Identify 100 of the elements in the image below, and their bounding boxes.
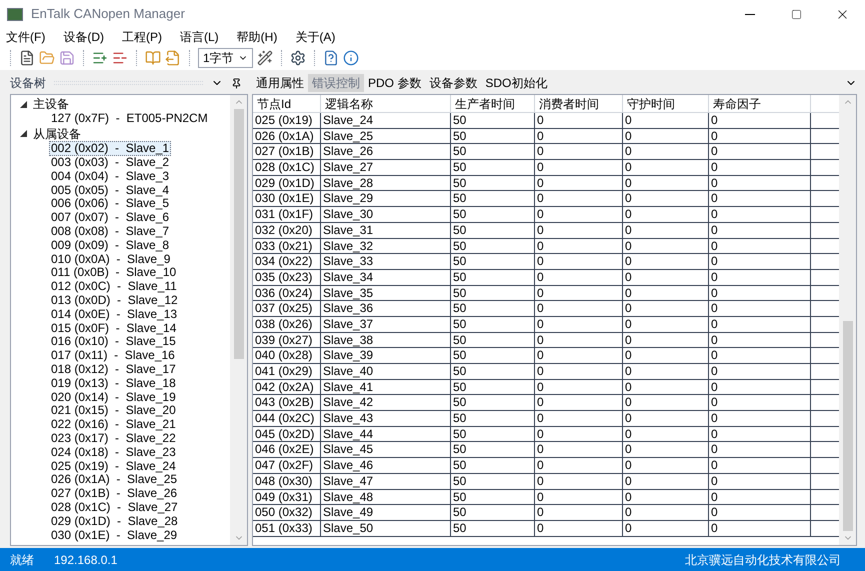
new-file-icon[interactable] xyxy=(19,50,35,66)
table-cell: 50 xyxy=(451,395,535,410)
table-cell: 030 (0x1E) xyxy=(253,191,321,206)
tab[interactable]: 设备参数 xyxy=(425,74,482,92)
tree-item[interactable]: 028 (0x1C) - Slave_27 xyxy=(49,500,180,515)
tree-group-label[interactable]: 从属设备 xyxy=(33,124,81,143)
list-remove-icon[interactable] xyxy=(112,50,128,66)
tree-item[interactable]: 013 (0x0D) - Slave_12 xyxy=(49,292,180,308)
table-cell: 0 xyxy=(535,411,623,426)
table-cell: 0 xyxy=(709,301,811,316)
list-add-icon[interactable] xyxy=(92,50,108,66)
tree-item[interactable]: 027 (0x1B) - Slave_26 xyxy=(49,486,180,502)
tree-item[interactable]: 002 (0x02) - Slave_1 xyxy=(49,141,172,156)
table-cell: 0 xyxy=(709,490,811,504)
table-cell: 0 xyxy=(623,207,709,222)
table-cell: 0 xyxy=(623,254,709,269)
tree-item[interactable]: 018 (0x12) - Slave_17 xyxy=(49,362,178,377)
table-cell: Slave_39 xyxy=(321,348,451,363)
tab[interactable]: 通用属性 xyxy=(252,74,308,92)
menu-item[interactable]: 帮助(H) xyxy=(236,28,278,46)
byte-size-dropdown[interactable]: 1字节 xyxy=(198,48,253,68)
table-cell: Slave_47 xyxy=(321,474,451,488)
tree-item[interactable]: 010 (0x0A) - Slave_9 xyxy=(49,252,172,267)
table-cell: Slave_40 xyxy=(321,364,451,379)
tree-item[interactable]: 005 (0x05) - Slave_4 xyxy=(49,182,172,198)
tree-item[interactable]: 021 (0x15) - Slave_20 xyxy=(49,403,178,418)
table-cell: 0 xyxy=(623,474,709,488)
table-cell: 0 xyxy=(535,364,623,379)
tree-item[interactable]: 012 (0x0C) - Slave_11 xyxy=(49,279,179,294)
table-cell: 0 xyxy=(623,380,709,394)
table-cell: 50 xyxy=(451,238,535,254)
table-cell: 051 (0x33) xyxy=(253,520,321,536)
table-cell: 50 xyxy=(451,520,535,536)
table-cell: 025 (0x19) xyxy=(253,113,321,128)
tree-item[interactable]: 017 (0x11) - Slave_16 xyxy=(49,348,177,364)
menu-item[interactable]: 工程(P) xyxy=(122,28,162,46)
tree-item[interactable]: 019 (0x13) - Slave_18 xyxy=(49,376,178,391)
table-cell: 031 (0x1F) xyxy=(253,207,321,222)
tree-item[interactable]: 003 (0x03) - Slave_2 xyxy=(49,155,172,170)
table-cell: 0 xyxy=(623,395,709,410)
tree-item[interactable]: 004 (0x04) - Slave_3 xyxy=(49,168,172,184)
table-cell: Slave_34 xyxy=(321,270,451,285)
book-icon[interactable] xyxy=(145,50,161,66)
table-cell: 50 xyxy=(451,426,535,442)
pin-icon[interactable] xyxy=(231,78,242,88)
table-cell: 0 xyxy=(623,191,709,206)
tree-item[interactable]: 009 (0x09) - Slave_8 xyxy=(49,238,172,253)
wand-icon[interactable] xyxy=(256,50,273,66)
table-cell: 0 xyxy=(535,316,623,332)
tree-group-label[interactable]: 主设备 xyxy=(33,95,69,113)
scrollbar[interactable] xyxy=(839,95,856,545)
table-cell: 046 (0x2E) xyxy=(253,442,321,458)
tab[interactable]: SDO初始化 xyxy=(481,74,552,92)
tree-item[interactable]: 026 (0x1A) - Slave_25 xyxy=(49,472,180,488)
column-header[interactable]: 生产者时间 xyxy=(451,95,535,112)
column-header[interactable]: 节点Id xyxy=(253,95,321,112)
table-cell: 047 (0x2F) xyxy=(253,458,321,473)
tree-item[interactable]: 022 (0x16) - Slave_21 xyxy=(49,417,178,432)
tree-item[interactable]: 008 (0x08) - Slave_7 xyxy=(49,224,172,239)
tree-item[interactable]: 023 (0x17) - Slave_22 xyxy=(49,430,178,446)
table-cell: 0 xyxy=(623,286,709,300)
tree-item[interactable]: 015 (0x0F) - Slave_14 xyxy=(49,320,178,336)
info-icon[interactable] xyxy=(342,50,359,66)
tree-item[interactable]: 014 (0x0E) - Slave_13 xyxy=(49,306,180,322)
table-cell: 0 xyxy=(709,207,811,222)
table-cell: 0 xyxy=(535,348,623,363)
column-header[interactable]: 逻辑名称 xyxy=(321,95,451,112)
menu-item[interactable]: 关于(A) xyxy=(295,28,336,46)
tree-item[interactable]: 007 (0x07) - Slave_6 xyxy=(49,210,172,226)
scrollbar[interactable] xyxy=(230,95,247,545)
tree-item[interactable]: 030 (0x1E) - Slave_29 xyxy=(49,528,180,543)
tab[interactable]: PDO 参数 xyxy=(364,74,426,92)
menu-item[interactable]: 语言(L) xyxy=(180,28,219,46)
table-cell: 50 xyxy=(451,411,535,426)
table-cell: 50 xyxy=(451,316,535,332)
tree-item[interactable]: 016 (0x10) - Slave_15 xyxy=(49,334,178,350)
table-cell: 0 xyxy=(709,520,811,536)
table-cell: 0 xyxy=(709,160,811,175)
tree-item[interactable]: 025 (0x19) - Slave_24 xyxy=(49,458,178,474)
settings-icon[interactable] xyxy=(290,50,306,66)
column-header[interactable]: 守护时间 xyxy=(623,95,709,112)
tree-item[interactable]: 127 (0x7F) - ET005-PN2CM xyxy=(49,111,210,126)
tree-item[interactable]: 020 (0x14) - Slave_19 xyxy=(49,390,178,405)
table-cell: 0 xyxy=(623,301,709,316)
column-header[interactable]: 寿命因子 xyxy=(709,95,811,112)
menu-item[interactable]: 文件(F) xyxy=(6,28,46,46)
table-cell: 0 xyxy=(623,520,709,536)
tree-item[interactable]: 029 (0x1D) - Slave_28 xyxy=(49,514,180,529)
table-cell: 0 xyxy=(535,113,623,128)
menu-item[interactable]: 设备(D) xyxy=(63,28,104,46)
save-icon[interactable] xyxy=(59,50,75,66)
company-name: 北京骥远自动化技术有限公司 xyxy=(685,552,841,568)
tree-item[interactable]: 024 (0x18) - Slave_23 xyxy=(49,444,178,460)
tree-item[interactable]: 006 (0x06) - Slave_5 xyxy=(49,196,172,212)
export-icon[interactable] xyxy=(165,50,181,66)
table-cell: 0 xyxy=(623,176,709,190)
tree-item[interactable]: 011 (0x0B) - Slave_10 xyxy=(49,265,178,280)
column-header[interactable]: 消费者时间 xyxy=(535,95,623,112)
help-document-icon[interactable] xyxy=(322,50,339,66)
status-text: 就绪 xyxy=(10,552,34,568)
